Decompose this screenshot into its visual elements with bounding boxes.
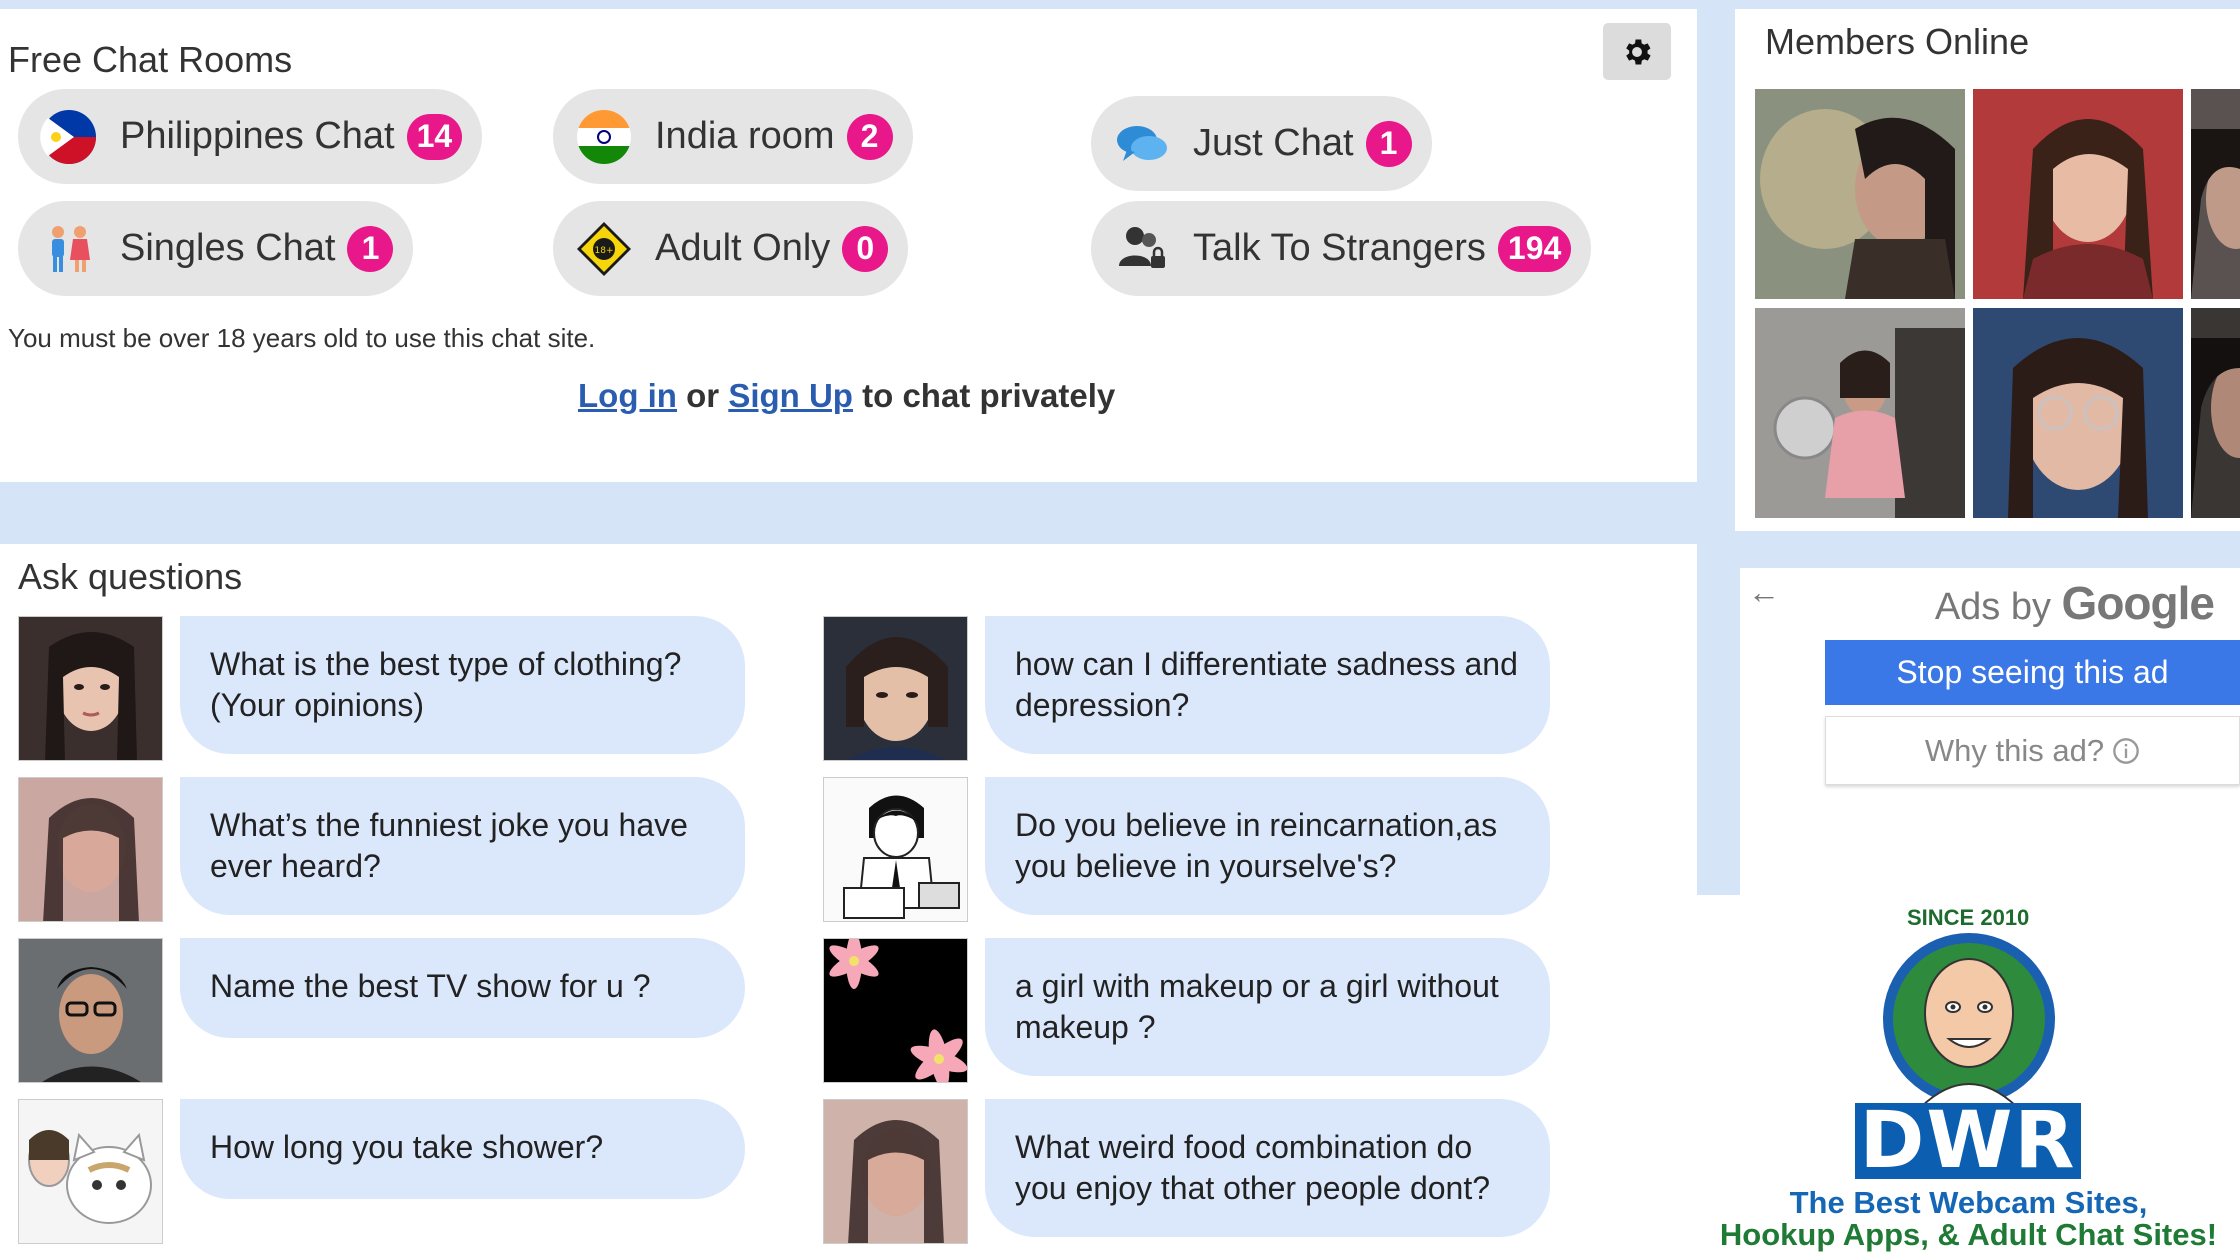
question-bubble[interactable]: What weird food combination do you enjoy… — [985, 1099, 1550, 1237]
member-thumbnail[interactable] — [1973, 89, 2183, 299]
room-name: Adult Only — [655, 227, 831, 269]
room-india-room[interactable]: India room 2 — [553, 89, 913, 184]
info-icon — [2113, 737, 2139, 764]
why-this-ad-label: Why this ad? — [1924, 732, 2105, 768]
couple-icon — [40, 220, 98, 278]
question-bubble[interactable]: Do you believe in reincarnation,as you b… — [985, 777, 1550, 915]
question-bubble[interactable]: how can I differentiate sadness and depr… — [985, 616, 1550, 754]
gear-icon — [1626, 39, 1651, 64]
banner-tagline-1: The Best Webcam Sites, — [1789, 1185, 2148, 1220]
question-bubble[interactable]: What is the best type of clothing? (Your… — [180, 616, 745, 754]
svg-text:18+: 18+ — [595, 246, 614, 256]
india-flag-icon — [575, 108, 633, 166]
questions-title: Ask questions — [18, 556, 243, 597]
room-singles-chat[interactable]: Singles Chat 1 — [18, 201, 414, 296]
question-bubble[interactable]: a girl with makeup or a girl without mak… — [985, 938, 1550, 1076]
members-online-panel: Members Online — [1735, 9, 2240, 531]
room-philippines-chat[interactable]: Philippines Chat 14 — [18, 89, 483, 184]
arrow-left-icon[interactable]: ← — [1748, 574, 1780, 611]
room-name: Singles Chat — [120, 227, 336, 269]
speech-bubbles-icon — [1113, 115, 1171, 173]
or-text: or — [686, 377, 720, 414]
avatar[interactable] — [823, 616, 968, 761]
avatar[interactable] — [823, 1099, 968, 1244]
ads-by-text: Ads by — [1934, 586, 2051, 628]
question-item: Do you believe in reincarnation,as you b… — [823, 777, 1550, 922]
philippines-flag-icon — [40, 108, 98, 166]
signup-link[interactable]: Sign Up — [728, 377, 853, 414]
avatar[interactable] — [18, 777, 163, 922]
question-item: a girl with makeup or a girl without mak… — [823, 938, 1550, 1083]
member-thumbnail[interactable] — [2191, 89, 2240, 299]
adult-warning-icon: 18+ — [575, 220, 633, 278]
room-name: Philippines Chat — [120, 115, 395, 157]
avatar[interactable] — [823, 777, 968, 922]
ads-by-google-label: Ads by Google — [1934, 576, 2215, 630]
since-2010-label: SINCE 2010 — [1907, 905, 2030, 930]
question-bubble[interactable]: What’s the funniest joke you have ever h… — [180, 777, 745, 915]
login-link[interactable]: Log in — [578, 377, 677, 414]
room-count-badge: 14 — [406, 113, 463, 160]
room-name: India room — [655, 115, 835, 157]
dwr-logo: DWR — [1855, 1096, 2081, 1186]
settings-button[interactable] — [1603, 23, 1671, 80]
question-item: What’s the funniest joke you have ever h… — [18, 777, 745, 922]
room-count-badge: 194 — [1497, 225, 1572, 272]
chat-privately-text: to chat privately — [862, 377, 1116, 414]
question-item: What weird food combination do you enjoy… — [823, 1099, 1550, 1244]
room-name: Talk To Strangers — [1193, 227, 1486, 269]
room-count-badge: 1 — [1365, 120, 1412, 167]
question-bubble[interactable]: Name the best TV show for u ? — [180, 938, 745, 1038]
dwr-banner-ad[interactable]: SINCE 2010 DWR The Best Webcam Sites, Ho… — [1697, 895, 2240, 1260]
stop-seeing-ad-button[interactable]: Stop seeing this ad — [1825, 640, 2240, 705]
question-item: What is the best type of clothing? (Your… — [18, 616, 745, 761]
rooms-title: Free Chat Rooms — [8, 39, 293, 80]
people-lock-icon — [1113, 220, 1171, 278]
google-logo-text: Google — [2061, 577, 2215, 629]
question-bubble[interactable]: How long you take shower? — [180, 1099, 745, 1199]
room-just-chat[interactable]: Just Chat 1 — [1091, 96, 1432, 191]
ad-feedback-panel: ← Ads by Google Stop seeing this ad Why … — [1740, 568, 2240, 895]
age-notice: You must be over 18 years old to use thi… — [8, 323, 596, 353]
avatar[interactable] — [18, 1099, 163, 1244]
member-thumbnail[interactable] — [1973, 308, 2183, 518]
room-count-badge: 1 — [347, 225, 394, 272]
avatar[interactable] — [823, 938, 968, 1083]
avatar[interactable] — [18, 616, 163, 761]
member-thumbnail[interactable] — [2191, 308, 2240, 518]
room-count-badge: 2 — [846, 113, 893, 160]
question-item: How long you take shower? — [18, 1099, 745, 1244]
free-chat-rooms-panel: Free Chat Rooms Philippines Chat 14 Indi… — [0, 9, 1697, 482]
login-prompt: Log in or Sign Up to chat privately — [578, 377, 1115, 415]
room-talk-to-strangers[interactable]: Talk To Strangers 194 — [1091, 201, 1592, 296]
cartoon-man-logo-icon — [1883, 933, 2055, 1107]
banner-tagline-2: Hookup Apps, & Adult Chat Sites! — [1719, 1217, 2218, 1252]
ask-questions-panel: Ask questions What is the best type of c… — [0, 544, 1697, 1260]
room-adult-only[interactable]: 18+ Adult Only 0 — [553, 201, 909, 296]
member-thumbnail[interactable] — [1755, 308, 1965, 518]
room-name: Just Chat — [1193, 122, 1354, 164]
room-count-badge: 0 — [842, 225, 889, 272]
question-item: Name the best TV show for u ? — [18, 938, 745, 1083]
members-title: Members Online — [1765, 21, 2030, 62]
question-item: how can I differentiate sadness and depr… — [823, 616, 1550, 761]
member-thumbnail[interactable] — [1755, 89, 1965, 299]
why-this-ad-button[interactable]: Why this ad? — [1825, 716, 2240, 785]
avatar[interactable] — [18, 938, 163, 1083]
